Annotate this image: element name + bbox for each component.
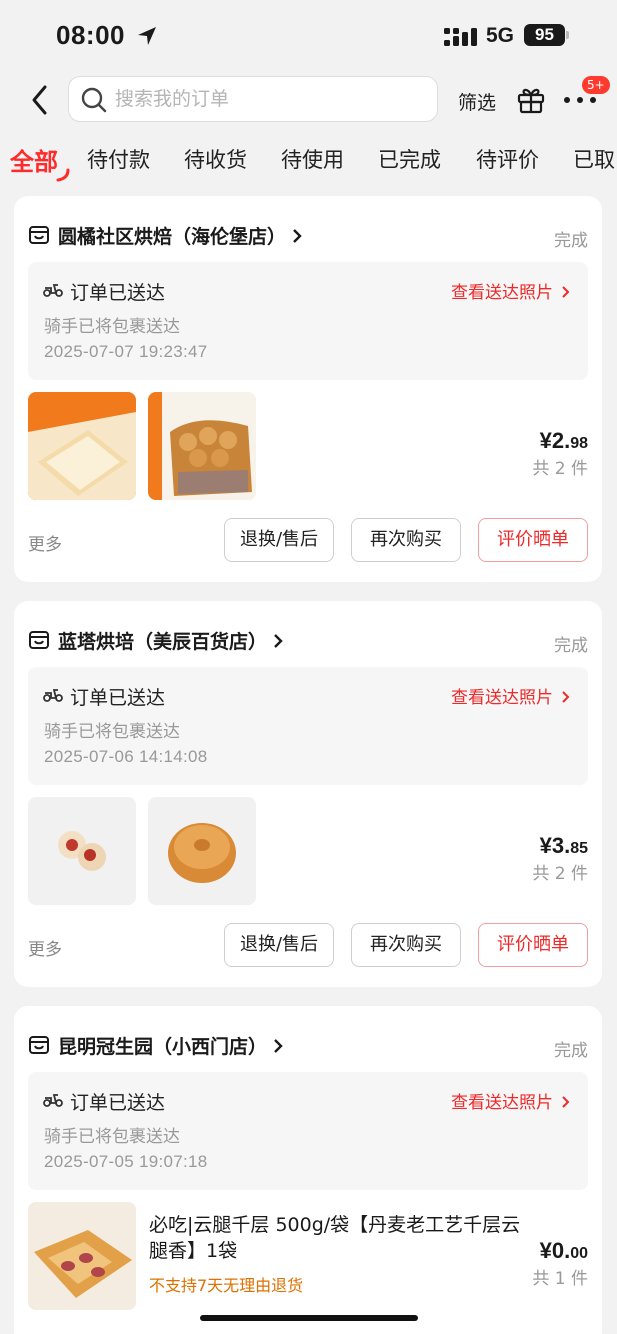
rebuy-button[interactable]: 再次购买 [351,518,461,562]
rebuy-button[interactable]: 再次购买 [351,923,461,967]
clock: 08:00 [56,20,125,50]
order-card: 昆明冠生园（小西门店） 完成 订单已送达 查看送达照片 骑手已将包裹送达 202… [14,1006,602,1334]
filter-button[interactable]: 筛选 [458,88,496,115]
view-delivery-photo-link[interactable]: 查看送达照片 [451,683,570,708]
product-image-pastry[interactable] [28,797,136,905]
after-sale-button[interactable]: 退换/售后 [224,518,334,562]
shop-icon [29,1036,49,1054]
after-sale-button[interactable]: 退换/售后 [224,923,334,967]
product-image-toast[interactable] [28,392,136,500]
notification-badge: 5+ [582,76,610,94]
search-input[interactable] [115,85,415,113]
price-decimal: 85 [570,840,588,857]
back-arrow-icon[interactable] [28,84,52,116]
more-button[interactable]: 更多 [28,935,62,960]
search-icon [81,87,107,113]
tab-completed[interactable]: 已完成 [378,144,441,174]
tab-pending-receipt[interactable]: 待收货 [184,144,247,174]
delivery-subtitle: 骑手已将包裹送达 [44,317,180,337]
delivery-time: 2025-07-06 14:14:08 [44,747,208,766]
chevron-right-icon [293,229,302,243]
review-button[interactable]: 评价晒单 [478,518,588,562]
price-integer: ¥3. [539,833,571,858]
order-tabs: 全部 待付款 待收货 待使用 已完成 待评价 已取 [0,138,617,184]
tab-cancelled[interactable]: 已取 [573,144,615,174]
delivery-panel: 订单已送达 查看送达照片 骑手已将包裹送达 2025-07-07 19:23:4… [28,262,588,380]
order-status: 完成 [554,636,588,656]
scooter-icon [43,689,63,702]
shop-icon [29,631,49,649]
signal-icon [444,28,477,46]
chevron-right-icon [274,1039,283,1053]
tab-pending-use[interactable]: 待使用 [281,144,344,174]
more-options-icon[interactable] [563,96,597,104]
delivery-photo-label: 查看送达照片 [451,688,553,708]
delivery-time: 2025-07-07 19:23:47 [44,342,208,361]
delivery-title: 订单已送达 [70,1092,166,1114]
scooter-icon [43,284,63,297]
price-decimal: 00 [570,1245,588,1262]
network-type: 5G [486,24,515,47]
review-button[interactable]: 评价晒单 [478,923,588,967]
delivery-subtitle: 骑手已将包裹送达 [44,722,180,742]
view-delivery-photo-link[interactable]: 查看送达照片 [451,278,570,303]
order-card: 圆橘社区烘焙（海伦堡店） 完成 订单已送达 查看送达照片 骑手已将包裹送达 20… [14,196,602,582]
shop-name: 圆橘社区烘焙（海伦堡店） [58,226,287,248]
tab-all[interactable]: 全部 [10,142,58,177]
battery-cap [566,31,569,39]
delivery-subtitle: 骑手已将包裹送达 [44,1127,180,1147]
product-image-bun[interactable] [148,797,256,905]
return-policy-note: 不支持7天无理由退货 [149,1276,304,1295]
header: 筛选 5+ [0,72,617,128]
order-status: 完成 [554,231,588,251]
shop-name: 蓝塔烘培（美辰百货店） [58,631,268,653]
delivery-panel: 订单已送达 查看送达照片 骑手已将包裹送达 2025-07-05 19:07:1… [28,1072,588,1190]
item-count: 共 2 件 [532,459,588,479]
search-box[interactable] [68,76,438,122]
delivery-time: 2025-07-05 19:07:18 [44,1152,208,1171]
order-price: ¥3.85 [540,833,588,859]
scooter-icon [43,1094,63,1107]
status-bar: 08:00 5G 95 [0,0,617,72]
product-image-bread[interactable] [148,392,256,500]
price-decimal: 98 [570,435,588,452]
home-indicator[interactable] [200,1315,418,1321]
more-button[interactable]: 更多 [28,530,62,555]
tab-active-indicator [56,168,70,182]
price-integer: ¥0. [539,1238,571,1263]
view-delivery-photo-link[interactable]: 查看送达照片 [451,1088,570,1113]
tab-pending-payment[interactable]: 待付款 [87,144,150,174]
order-status: 完成 [554,1041,588,1061]
battery-icon: 95 [524,24,565,46]
item-count: 共 1 件 [532,1269,588,1289]
chevron-right-icon [562,286,570,298]
order-price: ¥0.00 [540,1238,588,1264]
item-count: 共 2 件 [532,864,588,884]
delivery-photo-label: 查看送达照片 [451,1093,553,1113]
delivery-photo-label: 查看送达照片 [451,283,553,303]
location-arrow-icon [138,27,156,45]
chevron-right-icon [274,634,283,648]
chevron-right-icon [562,691,570,703]
product-image-ham-pastry[interactable] [28,1202,136,1310]
tab-pending-review[interactable]: 待评价 [476,144,539,174]
delivery-title: 订单已送达 [70,687,166,709]
gift-icon[interactable] [516,84,546,114]
shop-name: 昆明冠生园（小西门店） [58,1036,268,1058]
chevron-right-icon [562,1096,570,1108]
price-integer: ¥2. [539,428,571,453]
shop-icon [29,226,49,244]
delivery-title: 订单已送达 [70,282,166,304]
delivery-panel: 订单已送达 查看送达照片 骑手已将包裹送达 2025-07-06 14:14:0… [28,667,588,785]
order-price: ¥2.98 [540,428,588,454]
order-card: 蓝塔烘培（美辰百货店） 完成 订单已送达 查看送达照片 骑手已将包裹送达 202… [14,601,602,987]
item-title[interactable]: 必吃|云腿千层 500g/袋【丹麦老工艺千层云腿香】1袋 [149,1212,529,1264]
